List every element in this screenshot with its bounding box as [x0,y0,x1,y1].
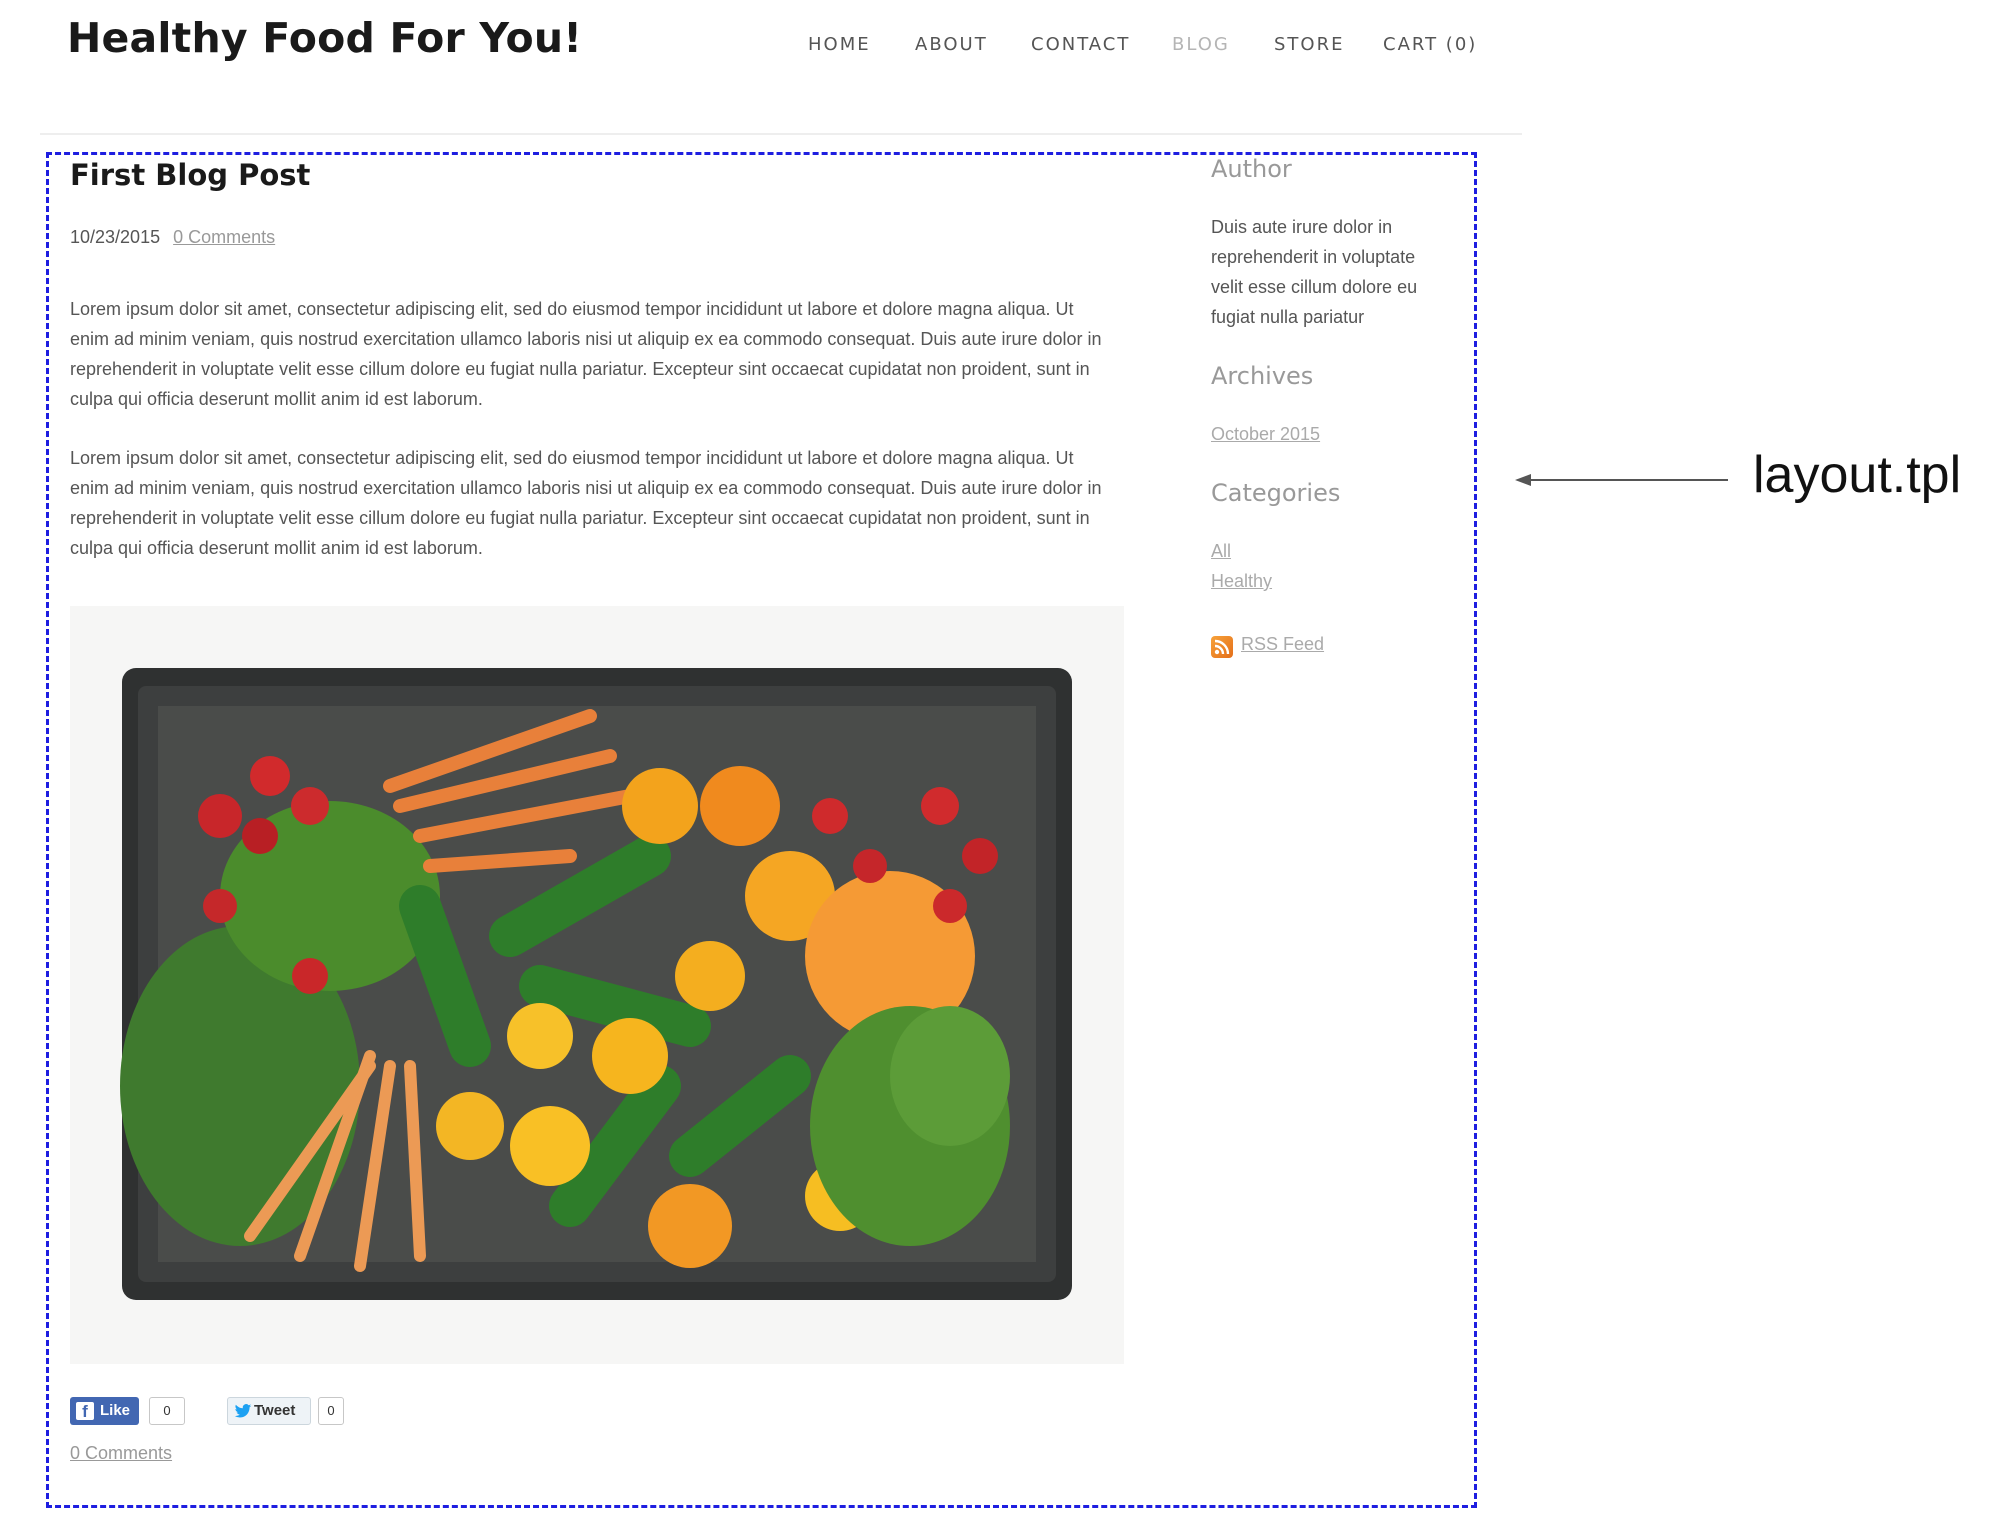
nav-blog[interactable]: BLOG [1172,34,1230,55]
header-divider [40,133,1522,135]
post-paragraph: Lorem ipsum dolor sit amet, consectetur … [70,448,1102,558]
category-link-all[interactable]: All [1211,541,1231,562]
facebook-like-button[interactable]: f Like [70,1397,139,1425]
like-count: 0 [149,1397,185,1425]
sidebar-archives-heading: Archives [1211,362,1314,390]
nav-contact[interactable]: CONTACT [1031,34,1130,55]
post-date: 10/23/2015 [70,227,161,247]
post-paragraph: Lorem ipsum dolor sit amet, consectetur … [70,299,1102,409]
vegetable-crate-photo [120,668,1072,1300]
tweet-label: Tweet [254,1402,296,1419]
archive-link-october-2015[interactable]: October 2015 [1211,424,1320,445]
twitter-icon [234,1404,252,1418]
tweet-button[interactable]: Tweet [227,1397,311,1425]
annotation-label: layout.tpl [1753,446,1962,504]
sidebar-author-text: Duis aute irure dolor in reprehenderit i… [1211,217,1418,327]
nav-cart[interactable]: CART (0) [1383,34,1477,55]
site-title[interactable]: Healthy Food For You! [67,14,582,62]
nav-about[interactable]: ABOUT [915,34,988,55]
post-title[interactable]: First Blog Post [70,158,310,192]
nav-home[interactable]: HOME [808,34,871,55]
post-image [70,606,1124,1364]
sidebar-author-heading: Author [1211,155,1292,183]
like-label: Like [100,1402,131,1419]
post-meta: 10/23/2015 0 Comments [70,227,275,248]
footer-comments-link[interactable]: 0 Comments [70,1443,172,1464]
rss-feed-link[interactable]: RSS Feed [1241,634,1324,655]
post-comments-link[interactable]: 0 Comments [173,227,275,247]
facebook-icon: f [76,1402,94,1421]
rss-icon[interactable] [1211,636,1233,658]
tweet-count: 0 [318,1397,344,1425]
sidebar-categories-heading: Categories [1211,479,1341,507]
nav-store[interactable]: STORE [1274,34,1344,55]
category-link-healthy[interactable]: Healthy [1211,571,1272,592]
annotation-arrow [1515,474,1728,486]
